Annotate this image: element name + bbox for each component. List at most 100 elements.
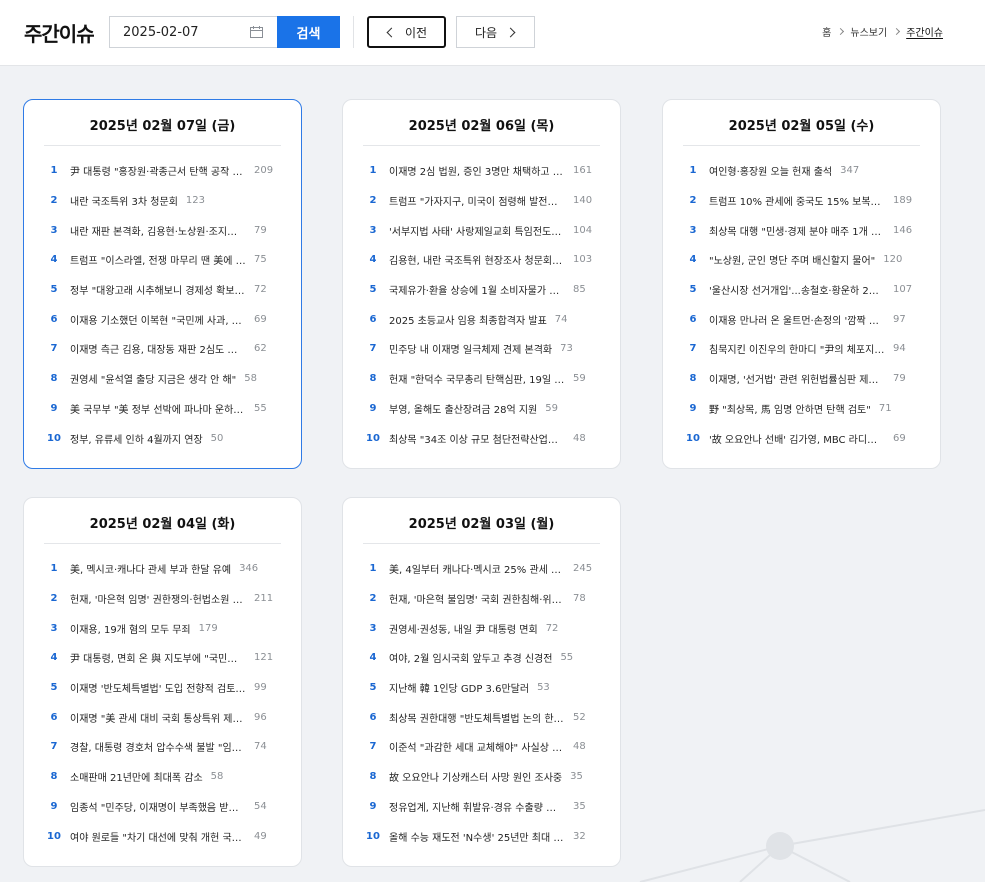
issue-headline-link[interactable]: 내란 재판 본격화, 김용현·노상원·조지호 등 [70, 223, 246, 238]
issue-item[interactable]: 7 민주당 내 이재명 일극체제 견제 본격화 73 [363, 334, 606, 364]
issue-item[interactable]: 1 美, 4일부터 캐나다·멕시코 25% 관세 강화 245 [363, 554, 606, 584]
next-button[interactable]: 다음 [456, 16, 535, 48]
issue-item[interactable]: 9 임종석 "민주당, 이재명이 부족했음 받아들여야" 54 [44, 792, 287, 822]
breadcrumb-current[interactable]: 주간이슈 [906, 24, 943, 39]
issue-headline-link[interactable]: 여야, 2월 임시국회 앞두고 추경 신경전 [389, 650, 552, 665]
issue-headline-link[interactable]: 내란 국조특위 3차 청문회 [70, 193, 178, 208]
breadcrumb-home[interactable]: 홈 [822, 24, 831, 39]
day-card[interactable]: 2025년 02월 04일 (화) 1 美, 멕시코·캐나다 관세 부과 한달 유예… [23, 497, 302, 867]
issue-item[interactable]: 10 최상목 "34조 이상 규모 첨단전략산업기금 신설" 48 [363, 423, 606, 453]
breadcrumb-news[interactable]: 뉴스보기 [850, 24, 887, 39]
issue-item[interactable]: 8 이재명, '선거법' 관련 위헌법률심판 제청 신청 79 [683, 364, 926, 394]
issue-headline-link[interactable]: 최상목 "34조 이상 규모 첨단전략산업기금 신설" [389, 431, 565, 446]
issue-headline-link[interactable]: 美, 멕시코·캐나다 관세 부과 한달 유예 [70, 561, 231, 576]
issue-item[interactable]: 3 최상목 대행 "민생·경제 분야 매주 1개 이상 대책" 146 [683, 215, 926, 245]
issue-item[interactable]: 1 美, 멕시코·캐나다 관세 부과 한달 유예 346 [44, 554, 287, 584]
issue-item[interactable]: 5 국제유가·환율 상승에 1월 소비자물가 2.2% 상승 85 [363, 275, 606, 305]
issue-item[interactable]: 6 이재용 만나러 온 울트먼·손정의 '깜짝 회동' 97 [683, 304, 926, 334]
issue-headline-link[interactable]: 국제유가·환율 상승에 1월 소비자물가 2.2% 상승 [389, 282, 565, 297]
issue-item[interactable]: 4 트럼프 "이스라엘, 전쟁 마무리 땐 美에 가자지구 넘길 것" 75 [44, 245, 287, 275]
issue-item[interactable]: 10 여야 원로들 "차기 대선에 맞춰 개헌 국민투표" 49 [44, 821, 287, 851]
issue-headline-link[interactable]: 여인형·홍장원 오늘 헌재 출석 [709, 163, 832, 178]
issue-headline-link[interactable]: 권영세·권성동, 내일 尹 대통령 면회 [389, 621, 538, 636]
issue-item[interactable]: 7 이재명 측근 김용, 대장동 재판 2심도 징역형 62 [44, 334, 287, 364]
issue-item[interactable]: 5 이재명 '반도체특별법' 도입 전향적 검토 시사 99 [44, 673, 287, 703]
issue-headline-link[interactable]: 최상목 권한대행 "반도체특별법 논의 한발 양보" [389, 710, 565, 725]
issue-item[interactable]: 4 김용현, 내란 국조특위 현장조사 청문회 출석 103 [363, 245, 606, 275]
issue-item[interactable]: 4 여야, 2월 임시국회 앞두고 추경 신경전 55 [363, 643, 606, 673]
issue-headline-link[interactable]: 尹 대통령, 면회 온 與 지도부에 "국민께 감사" [70, 650, 246, 665]
issue-item[interactable]: 2 헌재, '마은혁 임명' 권한쟁의·헌법소원 변론 재개 211 [44, 584, 287, 614]
issue-item[interactable]: 3 권영세·권성동, 내일 尹 대통령 면회 72 [363, 613, 606, 643]
issue-item[interactable]: 5 '울산시장 선거개입'...송철호·황운하 2심 무죄 107 [683, 275, 926, 305]
issue-headline-link[interactable]: 여야 원로들 "차기 대선에 맞춰 개헌 국민투표" [70, 829, 246, 844]
issue-headline-link[interactable]: 이재명 2심 법원, 증인 3명만 채택하고 속도전 [389, 163, 565, 178]
issue-headline-link[interactable]: 경찰, 대통령 경호처 압수수색 불발 "임의제출 받을 것" [70, 739, 246, 754]
issue-item[interactable]: 4 "노상원, 군인 명단 주며 배신할지 물어" 120 [683, 245, 926, 275]
issue-item[interactable]: 2 트럼프 10% 관세에 중국도 15% 보복관세 189 [683, 186, 926, 216]
issue-item[interactable]: 10 올해 수능 재도전 'N수생' 25년만 최대 규모 32 [363, 821, 606, 851]
issue-headline-link[interactable]: 정유업계, 지난해 휘발유·경유 수출량 사상 최대 [389, 799, 565, 814]
issue-item[interactable]: 1 여인형·홍장원 오늘 헌재 출석 347 [683, 156, 926, 186]
issue-headline-link[interactable]: 헌재 "한덕수 국무총리 탄핵심판, 19일 첫 변론" [389, 371, 565, 386]
day-card[interactable]: 2025년 02월 05일 (수) 1 여인형·홍장원 오늘 헌재 출석 347 2 트럼… [662, 99, 941, 469]
issue-item[interactable]: 3 '서부지법 사태' 사랑제일교회 특임전도사 구속 104 [363, 215, 606, 245]
issue-headline-link[interactable]: 2025 초등교사 임용 최종합격자 발표 [389, 312, 547, 327]
day-card[interactable]: 2025년 02월 06일 (목) 1 이재명 2심 법원, 증인 3명만 채택하고… [342, 99, 621, 469]
issue-item[interactable]: 3 이재용, 19개 혐의 모두 무죄 179 [44, 613, 287, 643]
issue-item[interactable]: 10 정부, 유류세 인하 4월까지 연장 50 [44, 423, 287, 453]
issue-headline-link[interactable]: 지난해 韓 1인당 GDP 3.6만달러 [389, 680, 529, 695]
issue-headline-link[interactable]: 이재명 "美 관세 대비 국회 통상특위 제안" [70, 710, 246, 725]
issue-headline-link[interactable]: 이재용 기소했던 이복현 "국민께 사과, 송구" [70, 312, 246, 327]
issue-item[interactable]: 8 헌재 "한덕수 국무총리 탄핵심판, 19일 첫 변론" 59 [363, 364, 606, 394]
issue-item[interactable]: 1 尹 대통령 "홍장원·곽종근서 탄핵 공작 시작" 209 [44, 156, 287, 186]
issue-headline-link[interactable]: 김용현, 내란 국조특위 현장조사 청문회 출석 [389, 252, 565, 267]
issue-headline-link[interactable]: 이준석 "과감한 세대 교체해야" 사실상 출마 선언 [389, 739, 565, 754]
issue-headline-link[interactable]: 美, 4일부터 캐나다·멕시코 25% 관세 강화 [389, 561, 565, 576]
issue-headline-link[interactable]: 정부 "대왕고래 시추해보니 경제성 확보 어려워" [70, 282, 246, 297]
issue-item[interactable]: 8 권영세 "윤석열 출당 지금은 생각 안 해" 58 [44, 364, 287, 394]
issue-item[interactable]: 7 이준석 "과감한 세대 교체해야" 사실상 출마 선언 48 [363, 732, 606, 762]
issue-item[interactable]: 6 2025 초등교사 임용 최종합격자 발표 74 [363, 304, 606, 334]
issue-headline-link[interactable]: 올해 수능 재도전 'N수생' 25년만 최대 규모 [389, 829, 565, 844]
issue-item[interactable]: 5 지난해 韓 1인당 GDP 3.6만달러 53 [363, 673, 606, 703]
issue-headline-link[interactable]: "노상원, 군인 명단 주며 배신할지 물어" [709, 252, 875, 267]
issue-headline-link[interactable]: 野 "최상목, 馬 임명 안하면 탄핵 검토" [709, 401, 871, 416]
issue-item[interactable]: 9 美 국무부 "美 정부 선박에 파나마 운하 통행료 면제" 55 [44, 394, 287, 424]
date-input[interactable]: 2025-02-07 [109, 16, 277, 48]
issue-item[interactable]: 9 정유업계, 지난해 휘발유·경유 수출량 사상 최대 35 [363, 792, 606, 822]
issue-item[interactable]: 6 이재용 기소했던 이복현 "국민께 사과, 송구" 69 [44, 304, 287, 334]
issue-item[interactable]: 4 尹 대통령, 면회 온 與 지도부에 "국민께 감사" 121 [44, 643, 287, 673]
issue-item[interactable]: 9 부영, 올해도 출산장려금 28억 지원 59 [363, 394, 606, 424]
issue-item[interactable]: 7 경찰, 대통령 경호처 압수수색 불발 "임의제출 받을 것" 74 [44, 732, 287, 762]
issue-headline-link[interactable]: 정부, 유류세 인하 4월까지 연장 [70, 431, 203, 446]
day-card[interactable]: 2025년 02월 03일 (월) 1 美, 4일부터 캐나다·멕시코 25% 관세… [342, 497, 621, 867]
prev-button[interactable]: 이전 [367, 16, 446, 48]
issue-headline-link[interactable]: 헌재, '마은혁 임명' 권한쟁의·헌법소원 변론 재개 [70, 591, 246, 606]
issue-item[interactable]: 2 헌재, '마은혁 불임명' 국회 권한침해·위헌 여부 선고 78 [363, 584, 606, 614]
issue-headline-link[interactable]: 故 오요안나 기상캐스터 사망 원인 조사중 [389, 769, 562, 784]
issue-item[interactable]: 5 정부 "대왕고래 시추해보니 경제성 확보 어려워" 72 [44, 275, 287, 305]
issue-headline-link[interactable]: 민주당 내 이재명 일극체제 견제 본격화 [389, 341, 552, 356]
issue-headline-link[interactable]: 침묵지킨 이진우의 한마디 "尹의 체포지시 없었다" [709, 341, 885, 356]
issue-item[interactable]: 2 내란 국조특위 3차 청문회 123 [44, 186, 287, 216]
issue-item[interactable]: 9 野 "최상목, 馬 임명 안하면 탄핵 검토" 71 [683, 394, 926, 424]
issue-headline-link[interactable]: 트럼프 "가자지구, 미국이 점령해 발전시킬 것" [389, 193, 565, 208]
issue-headline-link[interactable]: 헌재, '마은혁 불임명' 국회 권한침해·위헌 여부 선고 [389, 591, 565, 606]
issue-headline-link[interactable]: 이재용 만나러 온 울트먼·손정의 '깜짝 회동' [709, 312, 885, 327]
issue-headline-link[interactable]: 尹 대통령 "홍장원·곽종근서 탄핵 공작 시작" [70, 163, 246, 178]
issue-headline-link[interactable]: '서부지법 사태' 사랑제일교회 특임전도사 구속 [389, 223, 565, 238]
issue-item[interactable]: 10 '故 오요안나 선배' 김가영, MBC 라디오 하차 69 [683, 423, 926, 453]
calendar-icon[interactable] [250, 26, 263, 38]
issue-item[interactable]: 7 침묵지킨 이진우의 한마디 "尹의 체포지시 없었다" 94 [683, 334, 926, 364]
issue-item[interactable]: 8 故 오요안나 기상캐스터 사망 원인 조사중 35 [363, 762, 606, 792]
issue-headline-link[interactable]: 권영세 "윤석열 출당 지금은 생각 안 해" [70, 371, 236, 386]
issue-headline-link[interactable]: 이재명 측근 김용, 대장동 재판 2심도 징역형 [70, 341, 246, 356]
issue-headline-link[interactable]: 최상목 대행 "민생·경제 분야 매주 1개 이상 대책" [709, 223, 885, 238]
issue-headline-link[interactable]: 부영, 올해도 출산장려금 28억 지원 [389, 401, 537, 416]
issue-headline-link[interactable]: 이재용, 19개 혐의 모두 무죄 [70, 621, 191, 636]
issue-headline-link[interactable]: 트럼프 "이스라엘, 전쟁 마무리 땐 美에 가자지구 넘길 것" [70, 252, 246, 267]
issue-headline-link[interactable]: '울산시장 선거개입'...송철호·황운하 2심 무죄 [709, 282, 885, 297]
day-card[interactable]: 2025년 02월 07일 (금) 1 尹 대통령 "홍장원·곽종근서 탄핵 공작 … [23, 99, 302, 469]
issue-headline-link[interactable]: 이재명 '반도체특별법' 도입 전향적 검토 시사 [70, 680, 246, 695]
